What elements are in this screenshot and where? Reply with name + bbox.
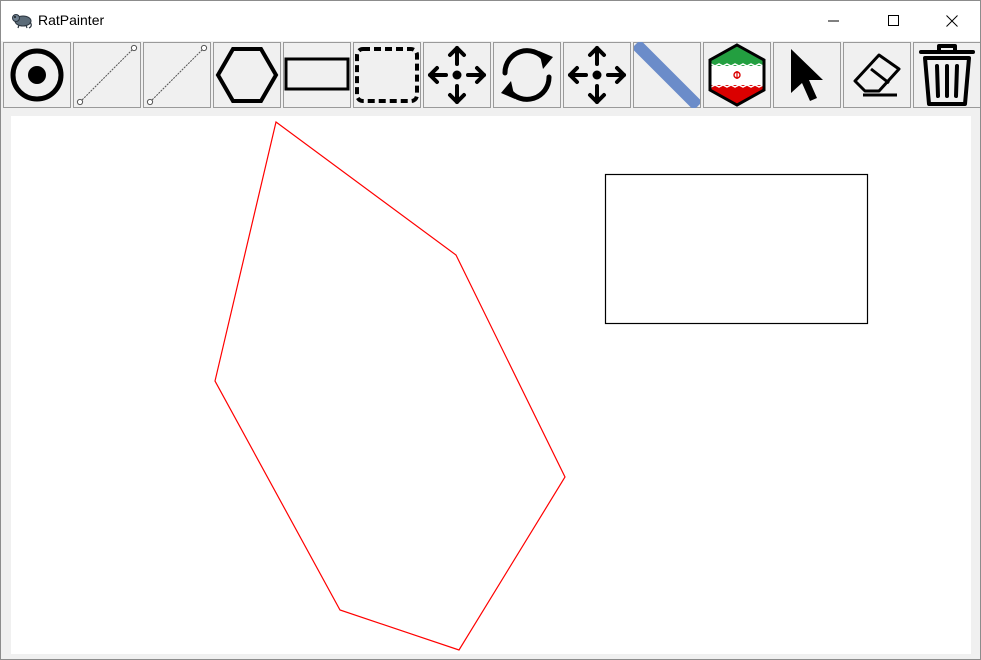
circle-dot-icon: [10, 48, 64, 102]
thick-line-icon: [634, 42, 700, 108]
close-icon: [946, 15, 958, 27]
dashed-rounded-rect-icon: [355, 47, 419, 103]
maximize-button[interactable]: [871, 1, 917, 41]
move-arrows-icon: [568, 46, 626, 104]
point-tool-button[interactable]: [3, 42, 71, 108]
rat-app-icon: [11, 10, 33, 30]
eraser-tool-button[interactable]: [843, 42, 911, 108]
line-tool-button[interactable]: [73, 42, 141, 108]
rotate-tool-button[interactable]: [493, 42, 561, 108]
move-arrows-icon: [428, 46, 486, 104]
canvas-shapes: [214, 120, 869, 651]
rotate-arrows-icon: [501, 48, 553, 102]
title-bar[interactable]: RatPainter: [1, 1, 980, 41]
window-title: RatPainter: [38, 12, 105, 28]
red-polygon-shape[interactable]: [214, 120, 566, 651]
delete-tool-button[interactable]: [913, 42, 980, 108]
hexagon-icon: [215, 47, 279, 103]
thickness-tool-button[interactable]: [633, 42, 701, 108]
line-segment-icon: [76, 44, 138, 106]
trash-can-icon: [919, 44, 975, 106]
line-tool-2-button[interactable]: [143, 42, 211, 108]
selection-tool-button[interactable]: [353, 42, 421, 108]
app-window: RatPainter: [0, 0, 981, 660]
iran-flag-hexagon-icon: [708, 43, 766, 107]
rectangle-icon: [284, 57, 350, 91]
black-rectangle-shape[interactable]: [604, 173, 869, 325]
drawing-canvas[interactable]: [11, 116, 971, 654]
rectangle-tool-button[interactable]: [283, 42, 351, 108]
line-segment-icon: [146, 44, 208, 106]
close-button[interactable]: [929, 1, 975, 41]
eraser-icon: [853, 53, 901, 97]
move-tool-button[interactable]: [423, 42, 491, 108]
polygon-tool-button[interactable]: [213, 42, 281, 108]
move-tool-2-button[interactable]: [563, 42, 631, 108]
pointer-tool-button[interactable]: [773, 42, 841, 108]
maximize-icon: [888, 15, 899, 26]
canvas-frame: [1, 111, 980, 659]
cursor-arrow-icon: [791, 49, 823, 101]
minimize-button[interactable]: [811, 1, 857, 41]
toolbar: [1, 41, 980, 111]
flag-tool-button[interactable]: [703, 42, 771, 108]
minimize-icon: [828, 20, 839, 22]
